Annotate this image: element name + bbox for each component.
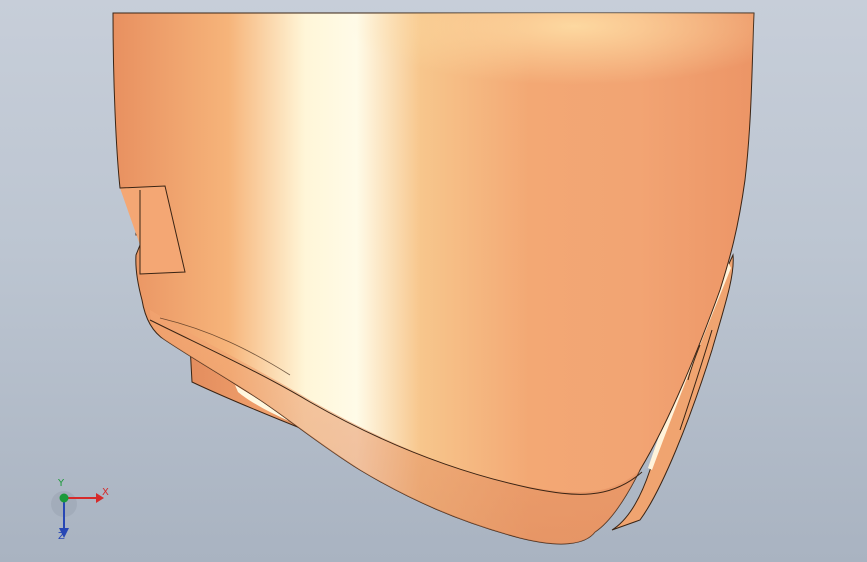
orientation-triad: X Y Z bbox=[44, 478, 124, 548]
graphics-viewport[interactable]: X Y Z bbox=[0, 0, 867, 562]
triad-axes bbox=[51, 491, 104, 538]
shell-top-glow bbox=[113, 13, 754, 180]
triad-z-label: Z bbox=[58, 531, 65, 542]
model-shell[interactable] bbox=[0, 0, 867, 562]
triad-y-label: Y bbox=[58, 478, 65, 489]
triad-x-label: X bbox=[102, 487, 109, 498]
